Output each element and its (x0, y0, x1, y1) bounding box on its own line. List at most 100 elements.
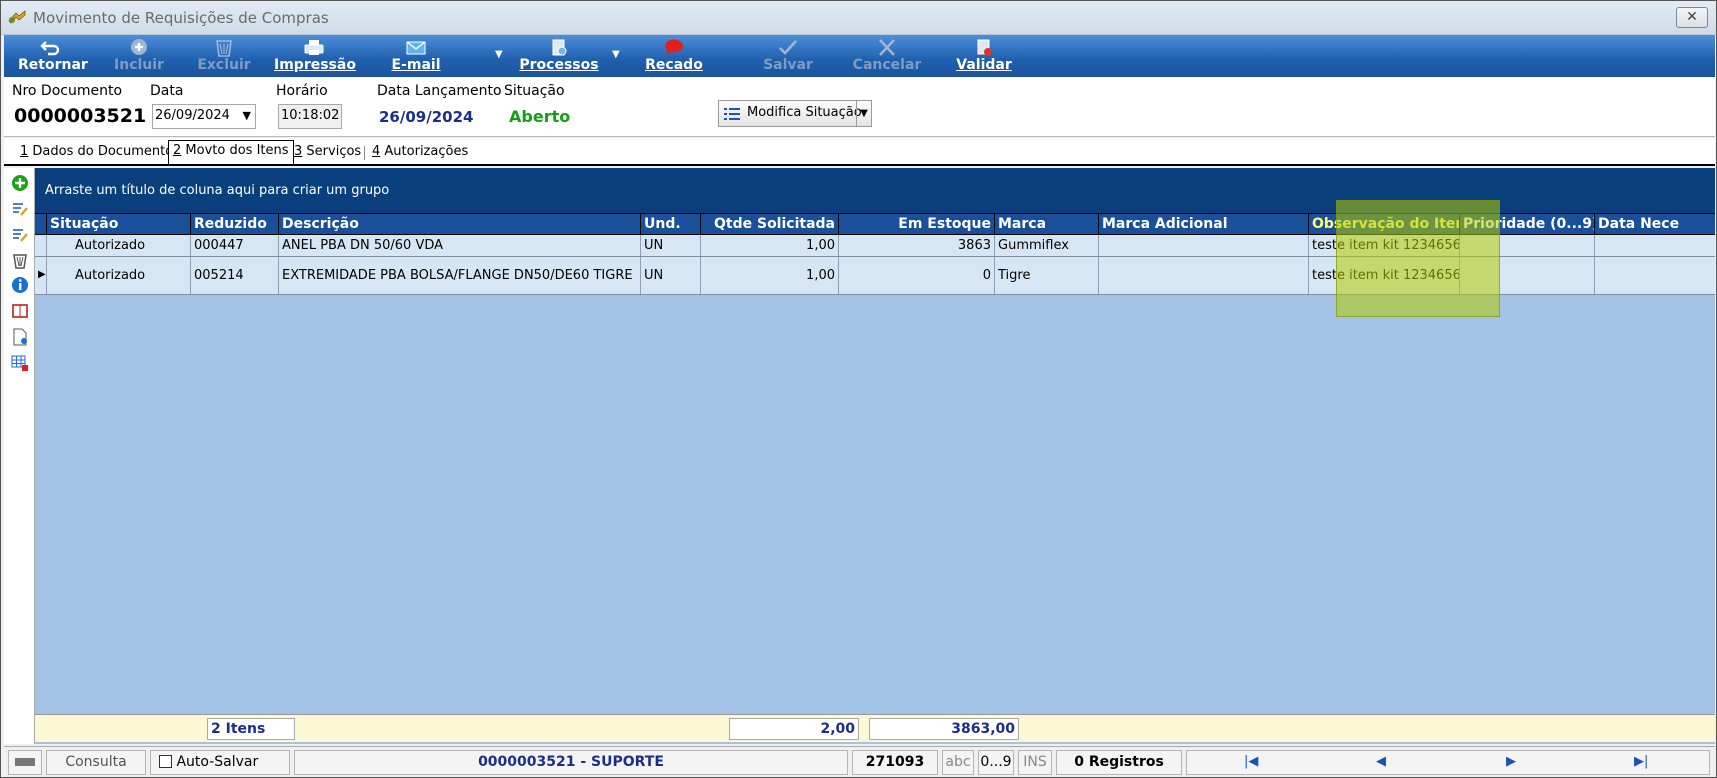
column-data-necessidade[interactable]: Data Nece (1595, 214, 1715, 235)
tab-separator (364, 146, 365, 160)
data-lancamento-value: 26/09/2024 (379, 108, 474, 126)
validate-icon (977, 39, 992, 56)
processos-text: Processos (519, 57, 599, 73)
processos-button[interactable]: Processos (519, 35, 599, 77)
data-label: Data (150, 83, 184, 99)
cell-descricao[interactable]: ANEL PBA DN 50/60 VDA (279, 235, 641, 256)
column-reduzido[interactable]: Reduzido (191, 214, 279, 235)
close-button[interactable]: ✕ (1676, 7, 1708, 28)
footer-item-count: 2 Itens (207, 718, 295, 740)
tab-autorizacoes[interactable]: 4 Autorizações (368, 142, 472, 164)
email-label: E-mail (388, 57, 444, 74)
column-situacao[interactable]: Situação (47, 214, 191, 235)
row-indicator (35, 235, 47, 256)
tab-servicos[interactable]: 3 Serviços (290, 142, 365, 164)
cell-marca[interactable]: Gummiflex (995, 235, 1099, 256)
column-qtde-solicitada[interactable]: Qtde Solicitada (701, 214, 839, 235)
ins-indicator: INS (1018, 750, 1052, 775)
header-indicator (35, 214, 47, 235)
email-dropdown-icon[interactable]: ▼ (495, 49, 503, 60)
cell-marca[interactable]: Tigre (995, 257, 1099, 294)
email-text: E-mail (391, 57, 441, 73)
tab-label: Movto dos Itens (181, 143, 289, 158)
data-date-picker[interactable]: 26/09/2024 ▼ (152, 104, 256, 129)
column-marca-adicional[interactable]: Marca Adicional (1099, 214, 1309, 235)
window-title: Movimento de Requisições de Compras (33, 9, 329, 27)
email-button[interactable]: E-mail (388, 35, 444, 77)
retornar-label: Retornar (18, 57, 88, 73)
trash-icon[interactable] (11, 252, 29, 270)
tab-label: Serviços (302, 144, 362, 159)
cell-marca-adicional[interactable] (1099, 257, 1309, 294)
cell-data-necessidade[interactable] (1595, 257, 1715, 294)
cell-descricao[interactable]: EXTREMIDADE PBA BOLSA/FLANGE DN50/DE60 T… (279, 257, 641, 294)
current-row-icon: ▶ (38, 269, 46, 280)
validar-button[interactable]: Validar (954, 35, 1014, 77)
mode-status: Consulta (46, 750, 146, 775)
return-icon (40, 41, 60, 56)
num-indicator: 0...9 (978, 750, 1014, 775)
first-record-icon[interactable]: |◀ (1244, 754, 1258, 769)
document-icon[interactable] (11, 328, 29, 346)
modifica-dropdown-icon[interactable]: ▼ (856, 101, 871, 126)
situacao-label: Situação (504, 83, 565, 99)
edit-list-icon[interactable] (11, 200, 29, 218)
impressao-text: Impressão (274, 57, 356, 73)
book-icon[interactable] (11, 302, 29, 320)
column-descricao[interactable]: Descrição (279, 214, 641, 235)
edit-list-icon-2[interactable] (11, 226, 29, 244)
cancelar-button[interactable]: Cancelar (852, 35, 922, 77)
nro-documento-label: Nro Documento (12, 83, 123, 99)
cell-data-necessidade[interactable] (1595, 235, 1715, 256)
incluir-button[interactable]: Incluir (112, 35, 166, 77)
tab-dados-documento[interactable]: 1 Dados do Documento (16, 142, 177, 164)
cell-reduzido[interactable]: 000447 (191, 235, 279, 256)
cell-situacao[interactable]: Autorizado (47, 235, 191, 256)
cell-marca-adicional[interactable] (1099, 235, 1309, 256)
last-record-icon[interactable]: ▶| (1634, 754, 1648, 769)
impressao-label: Impressão (274, 57, 356, 74)
chevron-down-icon[interactable]: ▼ (243, 105, 251, 127)
modifica-situacao-button[interactable]: Modifica Situação ▼ (718, 100, 872, 127)
email-icon (406, 41, 426, 55)
auto-salvar-label: Auto-Salvar (176, 754, 259, 770)
cell-reduzido[interactable]: 005214 (191, 257, 279, 294)
message-icon (665, 39, 683, 55)
auto-salvar-checkbox[interactable] (159, 755, 172, 768)
tab-label: Dados do Documento (28, 144, 174, 159)
excluir-button[interactable]: Excluir (194, 35, 254, 77)
add-icon (131, 39, 147, 55)
table-icon[interactable] (11, 354, 29, 372)
excluir-label: Excluir (197, 57, 251, 73)
next-record-icon[interactable]: ▶ (1506, 754, 1516, 769)
cell-und[interactable]: UN (641, 235, 701, 256)
cell-estoque[interactable]: 3863 (839, 235, 995, 256)
auto-salvar-toggle[interactable]: Auto-Salvar (150, 750, 290, 775)
processos-label: Processos (519, 57, 599, 74)
cell-und[interactable]: UN (641, 257, 701, 294)
info-icon[interactable] (11, 276, 29, 294)
recado-button[interactable]: Recado (641, 35, 707, 77)
grid-sidebar (4, 168, 35, 744)
add-row-icon[interactable] (11, 174, 29, 192)
row-indicator: ▶ (35, 257, 47, 294)
footer-qtde-total: 2,00 (729, 718, 859, 740)
toolbar: Retornar Incluir Excluir Impressão E-mai… (4, 35, 1715, 77)
cell-qtde[interactable]: 1,00 (701, 257, 839, 294)
horario-label: Horário (276, 83, 328, 99)
cell-qtde[interactable]: 1,00 (701, 235, 839, 256)
impressao-button[interactable]: Impressão (274, 35, 356, 77)
salvar-button[interactable]: Salvar (756, 35, 820, 77)
tab-movto-itens[interactable]: 2 Movto dos Itens (168, 140, 294, 164)
processos-dropdown-icon[interactable]: ▼ (612, 49, 620, 60)
situacao-value: Aberto (509, 107, 571, 126)
previous-record-icon[interactable]: ◀ (1376, 754, 1386, 769)
column-em-estoque[interactable]: Em Estoque (839, 214, 995, 235)
cell-situacao[interactable]: Autorizado (47, 257, 191, 294)
column-marca[interactable]: Marca (995, 214, 1099, 235)
retornar-button[interactable]: Retornar (18, 35, 88, 77)
horario-field[interactable]: 10:18:02 (278, 104, 342, 129)
data-lancamento-label: Data Lançamento (377, 83, 502, 99)
cell-estoque[interactable]: 0 (839, 257, 995, 294)
column-und[interactable]: Und. (641, 214, 701, 235)
